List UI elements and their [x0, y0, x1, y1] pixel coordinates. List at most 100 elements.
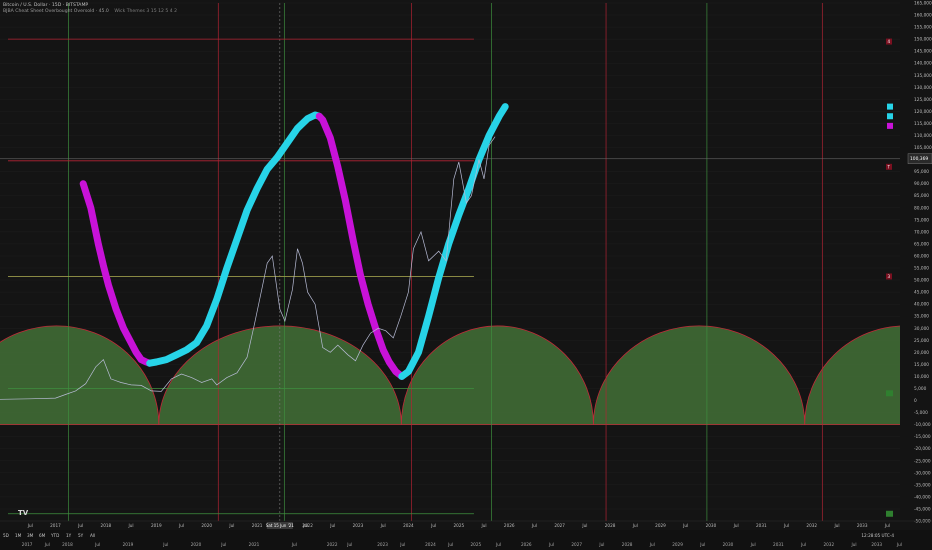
- indicator-chip: [887, 103, 893, 110]
- time-tick-label-bottom: Jul: [44, 542, 50, 547]
- price-tick-label: 125,000: [914, 97, 932, 103]
- date-marker-label: Sat 15 Jun '21: [266, 523, 294, 528]
- price-axis-bg: [900, 0, 932, 550]
- time-tick-label: Jul: [178, 523, 184, 528]
- time-tick-label: 2021: [252, 523, 263, 528]
- price-tick-label: 130,000: [914, 85, 932, 91]
- last-price-label: 100,369: [910, 156, 928, 162]
- price-tick-label: 5,000: [914, 386, 927, 392]
- time-tick-label: Jul: [430, 523, 436, 528]
- time-tick-label: Jul: [27, 523, 33, 528]
- price-tick-label: 40,000: [914, 302, 929, 308]
- level-badge-label: T: [887, 164, 891, 169]
- price-tick-label: 160,000: [914, 13, 932, 19]
- price-tick-label: 65,000: [914, 241, 929, 247]
- price-tick-label: -15,000: [914, 434, 931, 440]
- price-tick-label: 115,000: [914, 121, 932, 127]
- time-tick-label: 2031: [756, 523, 767, 528]
- chart-canvas[interactable]: 165,000 160,000 155,000 150,000 145,000 140,0…: [0, 0, 932, 550]
- time-tick-label-bottom: Jul: [291, 542, 297, 547]
- price-tick-label: -45,000: [914, 506, 931, 512]
- timeframe-button-ytd[interactable]: YTD: [51, 533, 59, 538]
- time-tick-label: Jul: [632, 523, 638, 528]
- time-tick-label-bottom: Jul: [750, 542, 756, 547]
- time-tick-label: 2032: [806, 523, 817, 528]
- price-tick-label: 120,000: [914, 109, 932, 115]
- time-tick-label: Jul: [682, 523, 688, 528]
- price-tick-label: 105,000: [914, 145, 932, 151]
- price-tick-label: 20,000: [914, 350, 929, 356]
- price-tick-label: -5,000: [914, 410, 928, 416]
- price-tick-label: 145,000: [914, 49, 932, 55]
- indicator-chip: [887, 122, 893, 129]
- time-tick-label-bottom: 2022: [327, 542, 338, 547]
- time-tick-label-bottom: Jul: [94, 542, 100, 547]
- timeframe-button-5d[interactable]: 5D: [3, 533, 9, 538]
- chart-panel[interactable]: 165,000 160,000 155,000 150,000 145,000 140,0…: [0, 0, 932, 550]
- price-tick-label: 55,000: [914, 266, 929, 272]
- time-tick-label-bottom: 2030: [723, 542, 734, 547]
- price-tick-label: 75,000: [914, 217, 929, 223]
- time-tick-label-bottom: 2025: [471, 542, 482, 547]
- time-tick-label: 2029: [655, 523, 666, 528]
- price-tick-label: 25,000: [914, 338, 929, 344]
- indicator-chip-green: [886, 510, 893, 517]
- time-tick-label-bottom: 2033: [871, 542, 882, 547]
- price-tick-label: 165,000: [914, 1, 932, 7]
- time-tick-label: 2022: [302, 523, 313, 528]
- time-tick-label-bottom: Jul: [850, 542, 856, 547]
- time-tick-label: 2018: [101, 523, 112, 528]
- price-tick-label: 140,000: [914, 61, 932, 67]
- price-tick-label: -20,000: [914, 446, 931, 452]
- time-tick-label-bottom: 2028: [622, 542, 633, 547]
- indicator-name: BJBA Cheat Sheet Overbought Oversold · 4…: [3, 9, 109, 14]
- time-tick-label: 2017: [50, 523, 61, 528]
- time-tick-label-bottom: 2031: [773, 542, 784, 547]
- timeframe-button-1y[interactable]: 1Y: [66, 533, 71, 538]
- time-tick-label-bottom: Jul: [399, 542, 405, 547]
- time-tick-label-bottom: 2019: [123, 542, 134, 547]
- price-tick-label: 10,000: [914, 374, 929, 380]
- price-tick-label: 135,000: [914, 73, 932, 79]
- price-tick-label: 85,000: [914, 193, 929, 199]
- time-tick-label: 2025: [453, 523, 464, 528]
- price-tick-label: -35,000: [914, 482, 931, 488]
- timeframe-button-1m[interactable]: 1M: [15, 533, 21, 538]
- time-tick-label-bottom: Jul: [548, 542, 554, 547]
- price-tick-label: 0: [914, 398, 917, 404]
- time-tick-label: Jul: [581, 523, 587, 528]
- time-tick-label: Jul: [329, 523, 335, 528]
- timeframe-button-all[interactable]: All: [90, 533, 95, 538]
- indicator-legend[interactable]: BJBA Cheat Sheet Overbought Oversold · 4…: [3, 9, 177, 14]
- time-tick-label: 2027: [554, 523, 565, 528]
- time-tick-label-bottom: 2021: [249, 542, 260, 547]
- tradingview-logo[interactable]: TV: [18, 509, 28, 517]
- price-tick-label: 150,000: [914, 37, 932, 43]
- price-tick-label: 110,000: [914, 133, 932, 139]
- plot-background: [0, 0, 932, 550]
- price-tick-label: 70,000: [914, 229, 929, 235]
- symbol-title[interactable]: Bitcoin / U.S. Dollar · 15D · BITSTAMP: [3, 3, 88, 8]
- indicator-chip: [887, 113, 893, 120]
- price-tick-label: -25,000: [914, 458, 931, 464]
- price-tick-label: 90,000: [914, 181, 929, 187]
- indicator-chip-green: [886, 390, 893, 397]
- time-tick-label-bottom: 2032: [823, 542, 834, 547]
- timezone-label[interactable]: 12:28:05 UTC-4: [861, 533, 894, 538]
- time-tick-label: 2024: [403, 523, 414, 528]
- time-tick-label: Jul: [77, 523, 83, 528]
- timeframe-button-5y[interactable]: 5Y: [78, 533, 83, 538]
- time-tick-label: Jul: [380, 523, 386, 528]
- time-tick-label: Jul: [481, 523, 487, 528]
- time-tick-label-bottom: Jul: [598, 542, 604, 547]
- price-tick-label: 35,000: [914, 314, 929, 320]
- time-tick-label: Jul: [884, 523, 890, 528]
- timeframe-button-3m[interactable]: 3M: [27, 533, 33, 538]
- time-tick-label: 2020: [201, 523, 212, 528]
- bottom-bar-bg: [0, 530, 932, 550]
- time-tick-label-bottom: 2027: [571, 542, 582, 547]
- time-tick-label-bottom: 2029: [672, 542, 683, 547]
- price-tick-label: -40,000: [914, 494, 931, 500]
- grid: [0, 0, 932, 550]
- timeframe-button-6m[interactable]: 6M: [39, 533, 45, 538]
